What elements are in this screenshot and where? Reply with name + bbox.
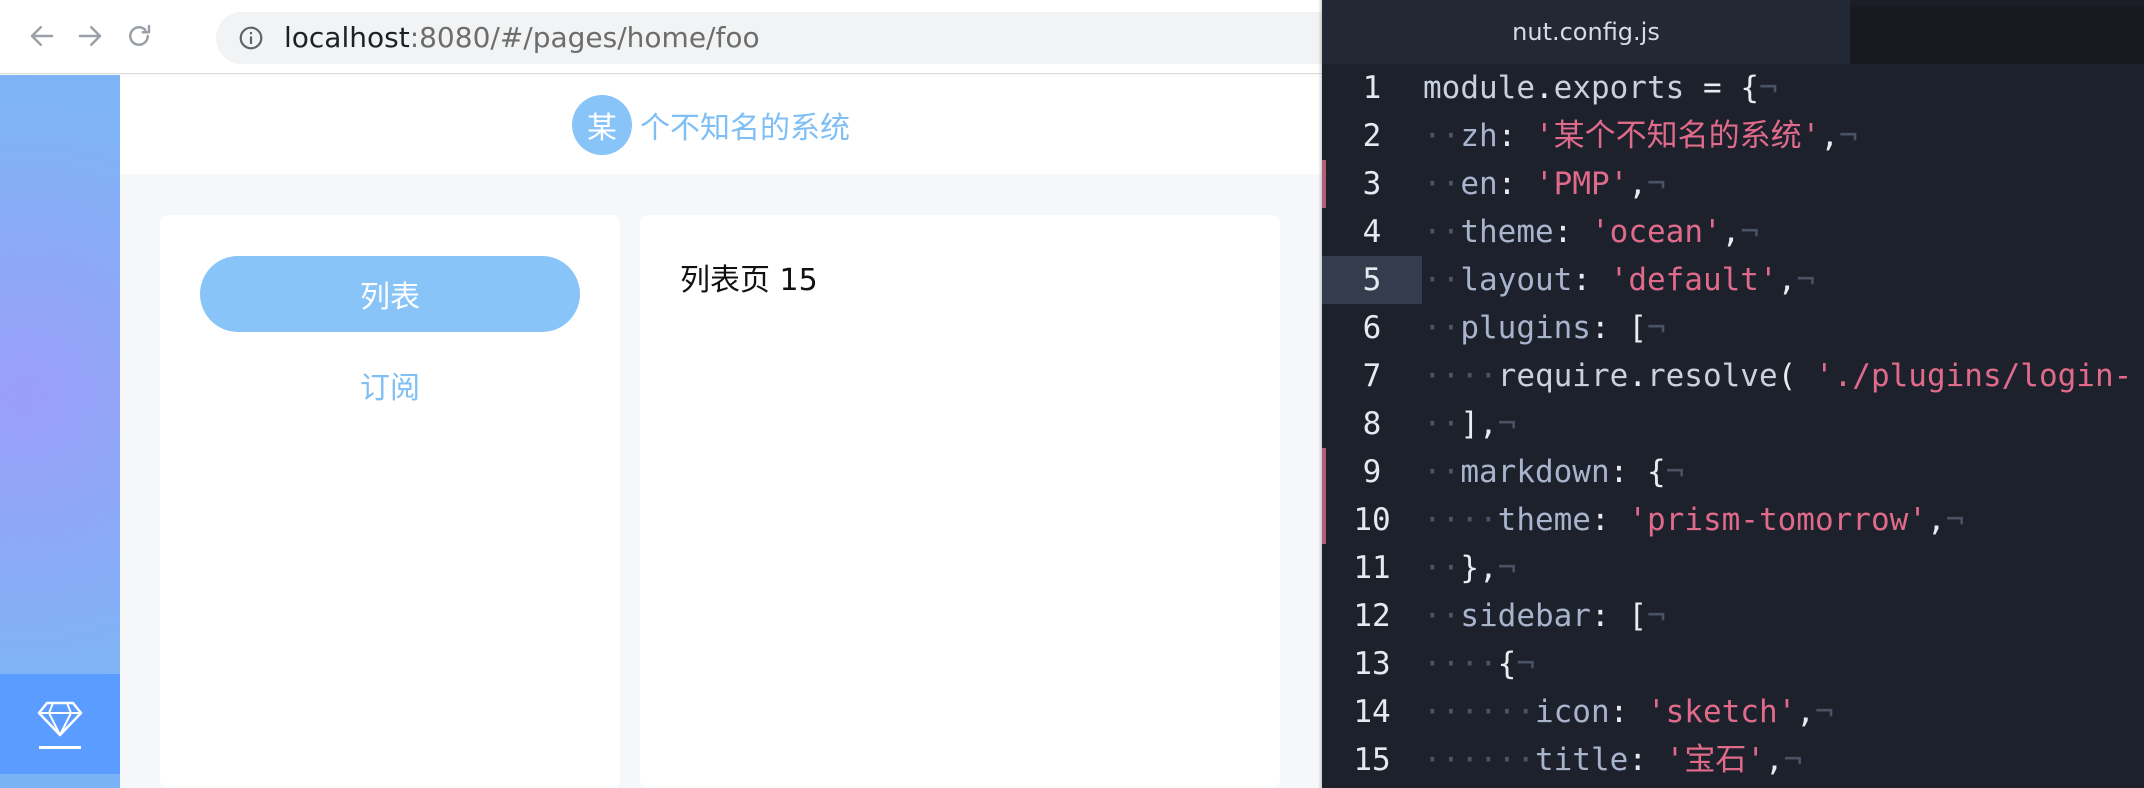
- code-line[interactable]: 1 module.exports = {¬: [1322, 64, 2144, 112]
- browser-toolbar: localhost:8080/#/pages/home/foo: [0, 0, 1322, 74]
- code-text: ····require.resolve( './plugins/login-: [1423, 358, 2133, 394]
- line-number: 7: [1362, 358, 1382, 394]
- code-line[interactable]: 10 ····theme: 'prism-tomorrow',¬: [1322, 496, 2144, 544]
- code-line[interactable]: 5 ··layout: 'default',¬: [1322, 256, 2144, 304]
- info-icon[interactable]: [238, 25, 264, 51]
- code-text: ····theme: 'prism-tomorrow',¬: [1423, 502, 1965, 538]
- page-content-text: 列表页 15: [680, 263, 818, 298]
- code-text: ··},¬: [1423, 550, 1517, 586]
- line-number: 6: [1362, 310, 1382, 346]
- code-line[interactable]: 6 ··plugins: [¬: [1322, 304, 2144, 352]
- code-line[interactable]: 4 ··theme: 'ocean',¬: [1322, 208, 2144, 256]
- line-number: 9: [1362, 454, 1382, 490]
- content-panel: 列表页 15: [640, 215, 1280, 788]
- code-line[interactable]: 8 ··],¬: [1322, 400, 2144, 448]
- line-number: 10: [1353, 502, 1391, 538]
- url-path: :8080/#/pages/home/foo: [409, 21, 760, 54]
- code-text: ··plugins: [¬: [1423, 310, 1666, 346]
- code-line[interactable]: 13 ····{¬: [1322, 640, 2144, 688]
- line-number: 2: [1362, 118, 1382, 154]
- line-number: 4: [1362, 214, 1382, 250]
- browser-window: localhost:8080/#/pages/home/foo 某 个不知名的系…: [0, 0, 1322, 788]
- address-bar[interactable]: localhost:8080/#/pages/home/foo: [216, 12, 1322, 64]
- line-number: 3: [1362, 166, 1382, 202]
- active-indicator: [39, 745, 81, 749]
- line-number: 14: [1353, 694, 1391, 730]
- tab-bar-empty: [1850, 6, 2144, 64]
- code-line[interactable]: 11 ··},¬: [1322, 544, 2144, 592]
- line-number: 5: [1322, 256, 1422, 304]
- menu-item-list[interactable]: 列表: [200, 256, 580, 332]
- app-header: 某 个不知名的系统: [120, 75, 1322, 174]
- app-title: 个不知名的系统: [640, 111, 850, 146]
- git-modified-marker: [1322, 448, 1326, 496]
- code-text: ··sidebar: [¬: [1423, 598, 1666, 634]
- code-line[interactable]: 15 ······title: '宝石',¬: [1322, 736, 2144, 784]
- code-text: ··],¬: [1423, 406, 1517, 442]
- code-line[interactable]: 12 ··sidebar: [¬: [1322, 592, 2144, 640]
- reload-icon: [129, 24, 151, 46]
- code-text: ····{¬: [1423, 646, 1535, 682]
- code-line[interactable]: 2 ··zh: '某个不知名的系统',¬: [1322, 112, 2144, 160]
- back-button[interactable]: [22, 16, 62, 56]
- url-host: localhost: [284, 21, 410, 54]
- code-line[interactable]: 14 ······icon: 'sketch',¬: [1322, 688, 2144, 736]
- code-editor: nut.config.js 1 module.exports = {¬ 2 ··zh:…: [1322, 0, 2144, 788]
- code-line[interactable]: 7 ····require.resolve( './plugins/login-: [1322, 352, 2144, 400]
- tab-nut-config[interactable]: nut.config.js: [1322, 0, 1850, 64]
- code-line[interactable]: 9 ··markdown: {¬: [1322, 448, 2144, 496]
- code-area[interactable]: 1 module.exports = {¬ 2 ··zh: '某个不知名的系统',¬ 3…: [1322, 64, 2144, 788]
- editor-tab-bar: nut.config.js: [1322, 0, 2144, 64]
- reload-button[interactable]: [119, 16, 159, 56]
- submenu-panel: 列表 订阅: [160, 215, 620, 788]
- line-number: 8: [1362, 406, 1382, 442]
- code-text: ······title: '宝石',¬: [1423, 742, 1803, 778]
- git-modified-marker: [1322, 496, 1326, 544]
- code-text: ··markdown: {¬: [1423, 454, 1685, 490]
- arrow-right-icon: [78, 26, 102, 46]
- code-text: ······icon: 'sketch',¬: [1423, 694, 1834, 730]
- code-text: ··layout: 'default',¬: [1423, 262, 1815, 298]
- sidebar-nav-item-gem[interactable]: [0, 674, 120, 774]
- menu-item-subscribe[interactable]: 订阅: [200, 347, 580, 423]
- sidebar-strip-bottom: [0, 774, 120, 788]
- logo-badge: 某: [572, 95, 632, 155]
- code-text: ··en: 'PMP',¬: [1423, 166, 1666, 202]
- line-number: 11: [1353, 550, 1391, 586]
- code-text: module.exports = {¬: [1423, 70, 1778, 106]
- line-number: 12: [1353, 598, 1391, 634]
- diamond-icon: [37, 701, 83, 736]
- git-modified-marker: [1322, 160, 1326, 208]
- line-number: 1: [1362, 70, 1382, 106]
- code-text: ··theme: 'ocean',¬: [1423, 214, 1759, 250]
- brand[interactable]: 某 个不知名的系统: [572, 95, 850, 155]
- code-line[interactable]: 3 ··en: 'PMP',¬: [1322, 160, 2144, 208]
- forward-button[interactable]: [70, 16, 110, 56]
- url-text[interactable]: localhost:8080/#/pages/home/foo: [284, 12, 760, 64]
- arrow-left-icon: [30, 26, 54, 46]
- line-number: 13: [1353, 646, 1391, 682]
- line-number: 15: [1353, 742, 1391, 778]
- code-text: ··zh: '某个不知名的系统',¬: [1423, 118, 1858, 154]
